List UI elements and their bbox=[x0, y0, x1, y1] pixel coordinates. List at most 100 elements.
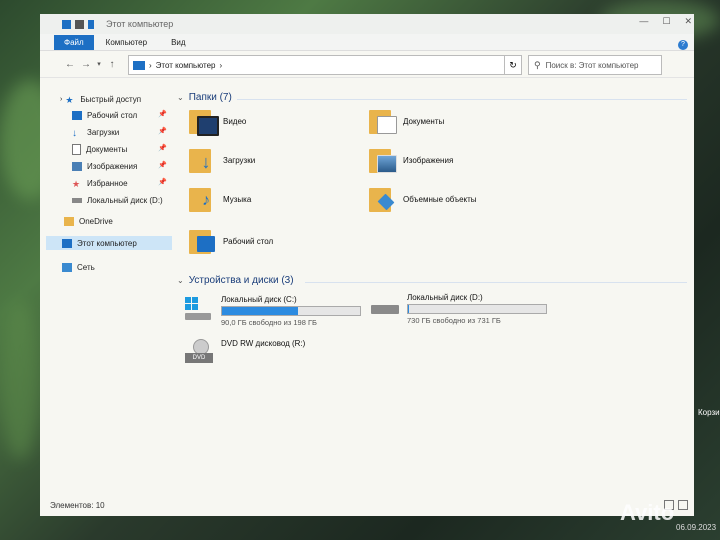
pc-icon[interactable] bbox=[62, 19, 71, 29]
drive-usage-bar bbox=[221, 306, 361, 316]
documents-folder-icon bbox=[377, 116, 397, 134]
document-icon bbox=[72, 143, 81, 155]
recent-chevron-icon[interactable]: ▾ bbox=[94, 60, 104, 68]
downloads-folder-icon: ↓ bbox=[201, 152, 211, 172]
sidebar-item-label: Быстрый доступ bbox=[80, 94, 142, 104]
quick-access-toolbar bbox=[62, 19, 94, 29]
sidebar-item-label: Сеть bbox=[77, 262, 95, 272]
back-icon[interactable]: ← bbox=[62, 59, 78, 70]
drive-dvd[interactable]: DVD DVD RW дисковод (R:) bbox=[183, 339, 305, 367]
content-pane: ⌄ Папки (7) Видео Документы ↓ Загрузки И… bbox=[173, 88, 694, 493]
sidebar-item-drive-d[interactable]: Локальный диск (D:) bbox=[72, 193, 163, 207]
sidebar-item-desktop[interactable]: Рабочий стол bbox=[72, 108, 137, 122]
tab-computer[interactable]: Компьютер bbox=[94, 35, 159, 50]
address-separator: › bbox=[219, 60, 223, 70]
title-bar: Этот компьютер — ☐ ✕ bbox=[40, 14, 694, 34]
window-title: Этот компьютер bbox=[106, 19, 174, 29]
folder-video[interactable]: Видео bbox=[189, 108, 247, 136]
folder-label: Документы bbox=[403, 116, 445, 126]
address-path[interactable]: Этот компьютер bbox=[156, 61, 216, 70]
drive-free-space: 90,0 ГБ свободно из 198 ГБ bbox=[221, 318, 317, 327]
search-placeholder: Поиск в: Этот компьютер bbox=[545, 60, 639, 70]
folder-music[interactable]: ♪ Музыка bbox=[189, 186, 251, 212]
drive-usage-fill bbox=[408, 305, 410, 313]
tab-file[interactable]: Файл bbox=[54, 35, 94, 50]
drive-icon bbox=[369, 293, 401, 321]
drive-d[interactable]: Локальный диск (D:) 730 ГБ свободно из 7… bbox=[369, 293, 547, 325]
tab-view[interactable]: Вид bbox=[159, 35, 197, 50]
drive-label: DVD RW дисковод (R:) bbox=[221, 339, 306, 348]
folder-label: Изображения bbox=[403, 155, 454, 165]
sidebar-item-label: Загрузки bbox=[87, 127, 120, 137]
drive-c[interactable]: Локальный диск (C:) 90,0 ГБ свободно из … bbox=[183, 295, 361, 327]
drive-usage-bar bbox=[407, 304, 547, 314]
folder-label: Загрузки bbox=[223, 155, 256, 165]
drive-label: Локальный диск (D:) bbox=[407, 293, 483, 302]
sidebar-item-quick-access[interactable]: › ★ Быстрый доступ bbox=[60, 92, 141, 106]
address-bar[interactable]: › Этот компьютер › ⌄ bbox=[128, 55, 514, 75]
sidebar-item-this-pc[interactable]: Этот компьютер bbox=[46, 236, 172, 250]
sidebar-item-label: Рабочий стол bbox=[87, 110, 138, 120]
sidebar-item-label: Этот компьютер bbox=[77, 238, 137, 248]
folder-icon bbox=[64, 216, 74, 226]
drive-free-space: 730 ГБ свободно из 731 ГБ bbox=[407, 316, 501, 325]
new-folder-icon[interactable] bbox=[88, 19, 94, 29]
folder-documents[interactable]: Документы bbox=[369, 108, 444, 134]
sidebar-item-documents[interactable]: Документы bbox=[72, 142, 127, 156]
pictures-folder-icon bbox=[377, 155, 397, 173]
minimize-icon[interactable]: — bbox=[639, 16, 648, 27]
group-title: Устройства и диски (3) bbox=[188, 275, 294, 286]
sidebar-item-label: OneDrive bbox=[79, 216, 113, 226]
navigation-pane: › ★ Быстрый доступ Рабочий стол 📌 ↓ Загр… bbox=[40, 88, 172, 488]
folder-pictures[interactable]: Изображения bbox=[369, 147, 453, 173]
desktop-folder-icon bbox=[197, 236, 215, 252]
pc-icon bbox=[62, 238, 72, 248]
sidebar-item-label: Документы bbox=[86, 144, 128, 154]
pin-icon[interactable]: 📌 bbox=[158, 178, 167, 186]
drives-group-header[interactable]: ⌄ Устройства и диски (3) bbox=[177, 275, 294, 286]
search-input[interactable]: ⚲ Поиск в: Этот компьютер bbox=[528, 55, 662, 75]
help-icon[interactable]: ? bbox=[678, 40, 688, 50]
folders-group-header[interactable]: ⌄ Папки (7) bbox=[177, 92, 232, 103]
ribbon: Файл Компьютер Вид bbox=[40, 34, 694, 51]
sidebar-item-pictures[interactable]: Изображения bbox=[72, 159, 137, 173]
forward-icon[interactable]: → bbox=[78, 59, 94, 70]
up-icon[interactable]: ↑ bbox=[104, 59, 120, 70]
windows-drive-icon bbox=[183, 295, 215, 323]
maximize-icon[interactable]: ☐ bbox=[662, 16, 670, 27]
music-folder-icon: ♪ bbox=[202, 192, 210, 209]
explorer-window: Этот компьютер — ☐ ✕ Файл Компьютер Вид … bbox=[40, 14, 694, 516]
network-icon bbox=[62, 262, 72, 272]
tiles-view-icon[interactable] bbox=[678, 500, 688, 510]
drive-usage-fill bbox=[222, 307, 298, 315]
properties-icon[interactable] bbox=[75, 19, 84, 29]
folder-desktop[interactable]: Рабочий стол bbox=[189, 228, 273, 254]
pin-icon[interactable]: 📌 bbox=[158, 161, 167, 169]
pictures-icon bbox=[72, 161, 82, 171]
sidebar-item-downloads[interactable]: ↓ Загрузки bbox=[72, 125, 119, 139]
search-icon: ⚲ bbox=[534, 59, 541, 70]
close-icon[interactable]: ✕ bbox=[684, 16, 692, 27]
video-folder-icon bbox=[197, 116, 219, 136]
tray-date: 06.09.2023 bbox=[676, 523, 717, 532]
folder-downloads[interactable]: ↓ Загрузки bbox=[189, 147, 255, 173]
folder-3d-objects[interactable]: Объемные объекты bbox=[369, 186, 477, 212]
divider bbox=[237, 99, 687, 100]
pin-icon[interactable]: 📌 bbox=[158, 127, 167, 135]
chevron-down-icon: › bbox=[60, 95, 63, 103]
refresh-button[interactable]: ↻ bbox=[504, 55, 522, 75]
pin-icon[interactable]: 📌 bbox=[158, 110, 167, 118]
drive-label: Локальный диск (C:) bbox=[221, 295, 297, 304]
status-bar-items: Элементов: 10 bbox=[50, 501, 105, 510]
sidebar-item-network[interactable]: Сеть bbox=[62, 260, 95, 274]
folder-label: Рабочий стол bbox=[223, 236, 274, 246]
folder-label: Объемные объекты bbox=[403, 194, 477, 204]
desktop-icon bbox=[72, 110, 82, 120]
sidebar-item-label: Изображения bbox=[87, 161, 138, 171]
folder-label: Видео bbox=[223, 116, 247, 126]
recycle-bin-label[interactable]: Корзина bbox=[698, 408, 720, 417]
watermark: Avito bbox=[620, 500, 675, 525]
sidebar-item-onedrive[interactable]: OneDrive bbox=[64, 214, 113, 228]
sidebar-item-favorites[interactable]: ★ Избранное bbox=[72, 176, 128, 190]
pin-icon[interactable]: 📌 bbox=[158, 144, 167, 152]
